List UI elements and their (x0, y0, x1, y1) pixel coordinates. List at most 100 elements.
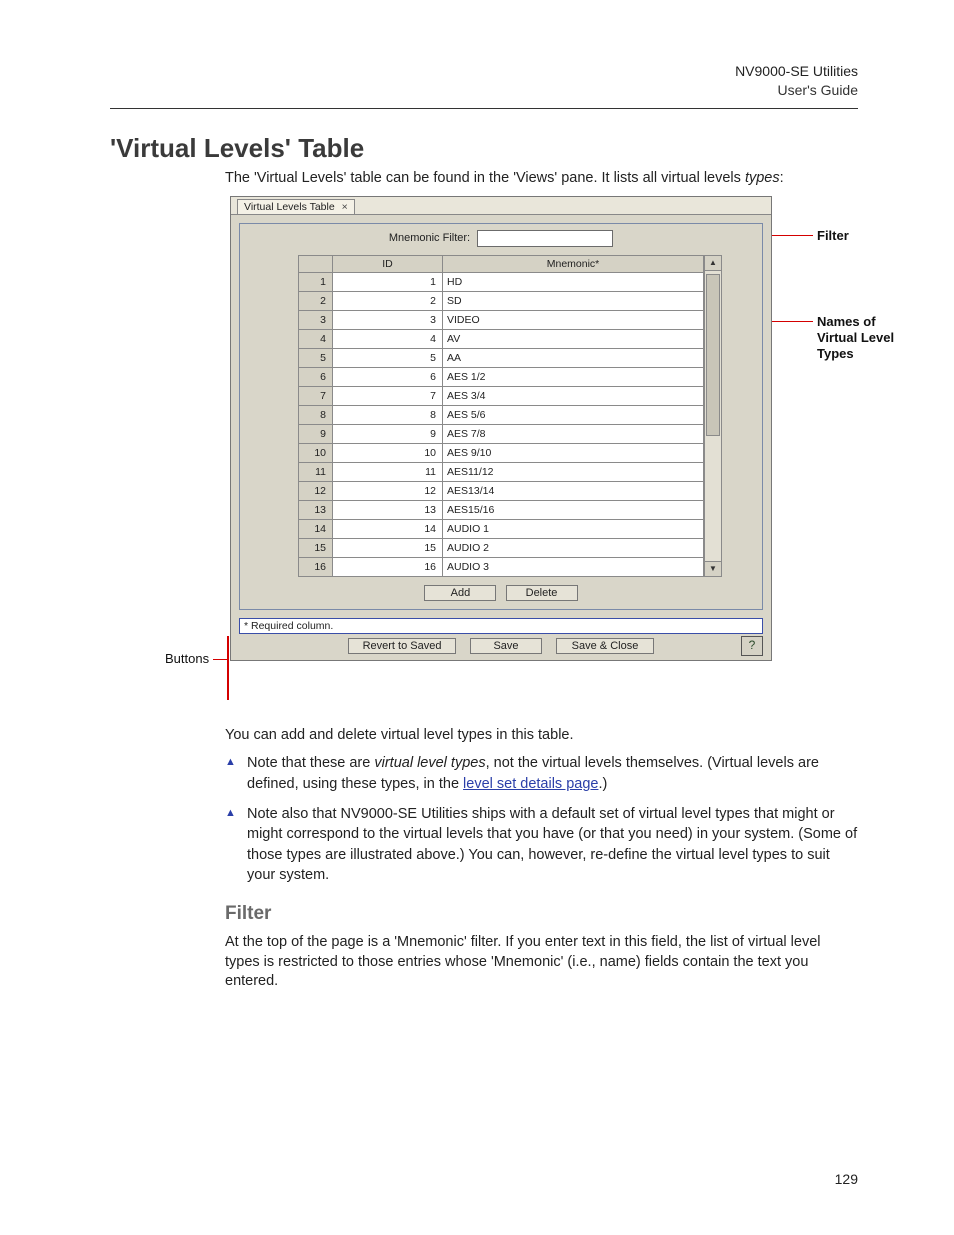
row-number[interactable]: 11 (299, 462, 333, 481)
table-row[interactable]: 88AES 5/6 (299, 405, 704, 424)
row-number[interactable]: 12 (299, 481, 333, 500)
cell-id[interactable]: 8 (333, 405, 443, 424)
cell-mnemonic[interactable]: AES 7/8 (443, 424, 704, 443)
callout-filter: Filter (817, 228, 849, 243)
col-mnemonic[interactable]: Mnemonic* (443, 255, 704, 272)
cell-id[interactable]: 6 (333, 367, 443, 386)
tab-virtual-levels[interactable]: Virtual Levels Table × (237, 199, 355, 214)
row-number[interactable]: 13 (299, 500, 333, 519)
row-number[interactable]: 1 (299, 272, 333, 291)
intro-paragraph: The 'Virtual Levels' table can be found … (225, 170, 858, 186)
doc-name: User's Guide (110, 81, 858, 100)
cell-id[interactable]: 10 (333, 443, 443, 462)
cell-mnemonic[interactable]: AES13/14 (443, 481, 704, 500)
table-row[interactable]: 1616AUDIO 3 (299, 557, 704, 576)
cell-mnemonic[interactable]: AES 3/4 (443, 386, 704, 405)
table-row[interactable]: 99AES 7/8 (299, 424, 704, 443)
cell-mnemonic[interactable]: AES 1/2 (443, 367, 704, 386)
cell-id[interactable]: 12 (333, 481, 443, 500)
row-number[interactable]: 6 (299, 367, 333, 386)
cell-mnemonic[interactable]: AES 9/10 (443, 443, 704, 462)
row-number[interactable]: 14 (299, 519, 333, 538)
row-number[interactable]: 7 (299, 386, 333, 405)
note-item: Note that these are virtual level types,… (225, 753, 858, 794)
row-number[interactable]: 5 (299, 348, 333, 367)
row-number[interactable]: 4 (299, 329, 333, 348)
col-rownum[interactable] (299, 255, 333, 272)
table-row[interactable]: 1414AUDIO 1 (299, 519, 704, 538)
cell-id[interactable]: 16 (333, 557, 443, 576)
cell-id[interactable]: 11 (333, 462, 443, 481)
row-number[interactable]: 3 (299, 310, 333, 329)
cell-mnemonic[interactable]: HD (443, 272, 704, 291)
row-number[interactable]: 9 (299, 424, 333, 443)
figure: Filter Names of Virtual Level Types Butt… (225, 196, 858, 716)
cell-mnemonic[interactable]: AA (443, 348, 704, 367)
table-row[interactable]: 1515AUDIO 2 (299, 538, 704, 557)
table-row[interactable]: 1212AES13/14 (299, 481, 704, 500)
leader-line (213, 659, 227, 661)
table-row[interactable]: 1313AES15/16 (299, 500, 704, 519)
cell-mnemonic[interactable]: SD (443, 291, 704, 310)
scroll-down-icon[interactable]: ▼ (705, 561, 721, 576)
cell-id[interactable]: 7 (333, 386, 443, 405)
row-number[interactable]: 16 (299, 557, 333, 576)
cell-id[interactable]: 14 (333, 519, 443, 538)
cell-mnemonic[interactable]: VIDEO (443, 310, 704, 329)
revert-button[interactable]: Revert to Saved (348, 638, 456, 654)
cell-id[interactable]: 3 (333, 310, 443, 329)
vertical-scrollbar[interactable]: ▲ ▼ (704, 255, 722, 577)
table-row[interactable]: 66AES 1/2 (299, 367, 704, 386)
col-id[interactable]: ID (333, 255, 443, 272)
table-row[interactable]: 77AES 3/4 (299, 386, 704, 405)
cell-id[interactable]: 13 (333, 500, 443, 519)
cell-id[interactable]: 9 (333, 424, 443, 443)
panel: Mnemonic Filter: ID (239, 223, 763, 610)
filter-label: Mnemonic Filter: (389, 232, 470, 244)
scroll-up-icon[interactable]: ▲ (705, 256, 721, 271)
save-close-button[interactable]: Save & Close (556, 638, 654, 654)
mnemonic-filter-input[interactable] (477, 230, 613, 247)
cell-mnemonic[interactable]: AUDIO 2 (443, 538, 704, 557)
cell-mnemonic[interactable]: AUDIO 1 (443, 519, 704, 538)
cell-mnemonic[interactable]: AES11/12 (443, 462, 704, 481)
table-row[interactable]: 1010AES 9/10 (299, 443, 704, 462)
tab-label: Virtual Levels Table (244, 201, 335, 213)
cell-mnemonic[interactable]: AES 5/6 (443, 405, 704, 424)
help-button[interactable]: ? (741, 636, 763, 656)
add-button[interactable]: Add (424, 585, 496, 601)
cell-id[interactable]: 4 (333, 329, 443, 348)
cell-mnemonic[interactable]: AV (443, 329, 704, 348)
table-row[interactable]: 1111AES11/12 (299, 462, 704, 481)
cell-mnemonic[interactable]: AES15/16 (443, 500, 704, 519)
virtual-levels-table[interactable]: ID Mnemonic* 11HD22SD33VIDEO44AV55AA66AE… (298, 255, 704, 577)
leader-line (227, 636, 229, 700)
table-row[interactable]: 33VIDEO (299, 310, 704, 329)
cell-id[interactable]: 1 (333, 272, 443, 291)
callout-buttons: Buttons (165, 651, 209, 666)
cell-id[interactable]: 5 (333, 348, 443, 367)
scroll-thumb[interactable] (706, 274, 720, 436)
header-rule (110, 108, 858, 109)
section-heading: 'Virtual Levels' Table (110, 133, 858, 164)
delete-button[interactable]: Delete (506, 585, 578, 601)
link-level-set-details[interactable]: level set details page (463, 776, 598, 792)
table-row[interactable]: 22SD (299, 291, 704, 310)
note-list: Note that these are virtual level types,… (225, 753, 858, 885)
row-number[interactable]: 15 (299, 538, 333, 557)
tab-bar: Virtual Levels Table × (231, 197, 771, 215)
table-row[interactable]: 55AA (299, 348, 704, 367)
row-number[interactable]: 2 (299, 291, 333, 310)
save-button[interactable]: Save (470, 638, 542, 654)
row-number[interactable]: 8 (299, 405, 333, 424)
table-wrapper: ID Mnemonic* 11HD22SD33VIDEO44AV55AA66AE… (298, 255, 704, 577)
table-row[interactable]: 11HD (299, 272, 704, 291)
table-row[interactable]: 44AV (299, 329, 704, 348)
cell-id[interactable]: 2 (333, 291, 443, 310)
cell-mnemonic[interactable]: AUDIO 3 (443, 557, 704, 576)
close-icon[interactable]: × (342, 201, 348, 213)
row-number[interactable]: 10 (299, 443, 333, 462)
cell-id[interactable]: 15 (333, 538, 443, 557)
subsection-heading: Filter (225, 903, 858, 925)
filter-row: Mnemonic Filter: (240, 224, 762, 251)
